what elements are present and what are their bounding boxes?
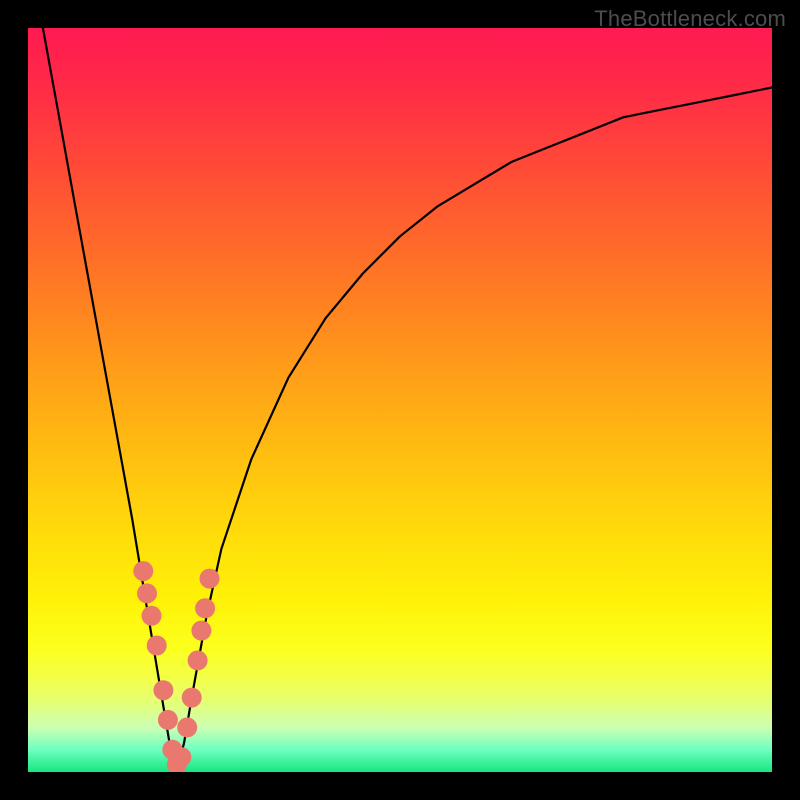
data-point [147, 636, 167, 656]
frame: TheBottleneck.com [0, 0, 800, 800]
data-point [158, 710, 178, 730]
data-point [153, 680, 173, 700]
data-point [137, 583, 157, 603]
curve [43, 28, 772, 772]
plot-area [28, 28, 772, 772]
data-point [191, 621, 211, 641]
data-point [177, 717, 197, 737]
data-point [142, 606, 162, 626]
data-point [188, 650, 208, 670]
data-point [200, 569, 220, 589]
data-point [182, 688, 202, 708]
data-point [171, 747, 191, 767]
bottleneck-chart [28, 28, 772, 772]
watermark-text: TheBottleneck.com [594, 6, 786, 32]
data-point [133, 561, 153, 581]
data-point [195, 598, 215, 618]
